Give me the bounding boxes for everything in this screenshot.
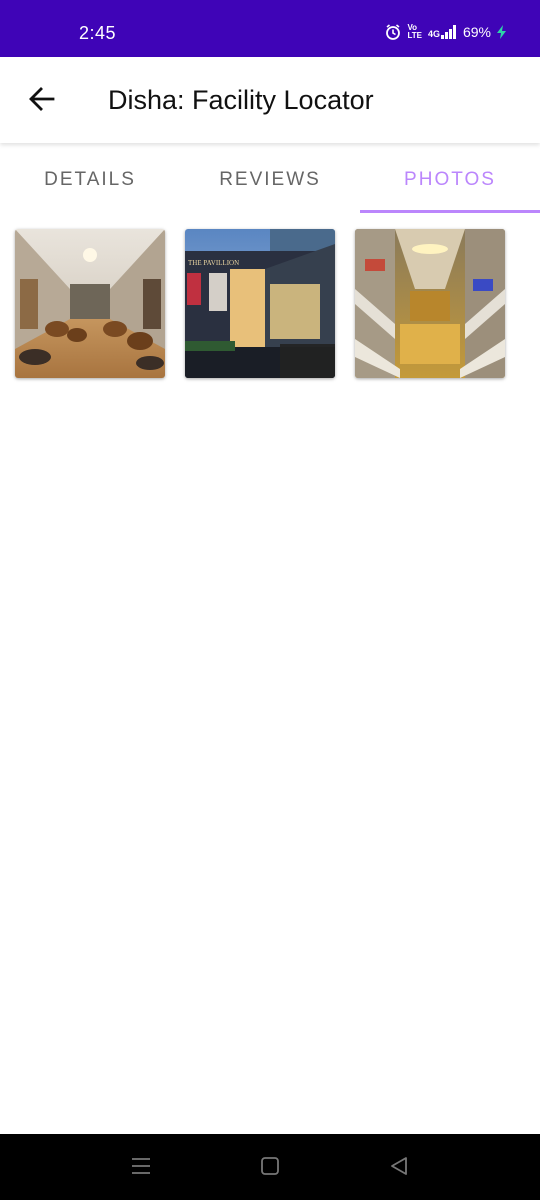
photo-thumbnail-2[interactable]: THE PAVILLION xyxy=(185,229,335,378)
status-icons: Vo LTE 4G 69% xyxy=(385,24,506,40)
photo-mall-exterior: THE PAVILLION xyxy=(185,229,335,378)
photo-sign-text: THE PAVILLION xyxy=(188,259,239,267)
tab-photos-label: PHOTOS xyxy=(404,169,496,190)
alarm-icon xyxy=(385,24,401,40)
photo-thumbnail-1[interactable] xyxy=(15,229,165,378)
tab-photos[interactable]: PHOTOS xyxy=(360,147,540,213)
arrow-left-icon xyxy=(29,86,55,116)
photo-mall-atrium xyxy=(355,229,505,378)
back-triangle-icon xyxy=(389,1156,409,1181)
volte-icon: Vo LTE xyxy=(407,24,422,40)
home-square-icon xyxy=(260,1156,280,1181)
signal-label: 4G xyxy=(427,29,440,39)
signal-icon: 4G xyxy=(428,25,457,39)
recents-button[interactable] xyxy=(126,1154,156,1182)
home-button[interactable] xyxy=(255,1154,285,1182)
tab-bar: DETAILS REVIEWS PHOTOS xyxy=(0,147,540,213)
menu-icon xyxy=(130,1156,152,1181)
tab-details[interactable]: DETAILS xyxy=(0,147,180,213)
photo-thumbnail-3[interactable] xyxy=(355,229,505,378)
status-bar: 2:45 Vo LTE 4G 69% xyxy=(0,0,540,57)
back-button[interactable] xyxy=(20,81,64,121)
charging-icon xyxy=(497,25,506,39)
volte-bottom: LTE xyxy=(407,31,422,40)
status-time: 2:45 xyxy=(79,23,117,43)
system-nav-bar xyxy=(0,1134,540,1200)
tab-indicator xyxy=(360,210,540,213)
tab-details-label: DETAILS xyxy=(44,169,136,190)
app-bar: Disha: Facility Locator xyxy=(0,57,540,143)
photo-mall-interior xyxy=(15,229,165,378)
photo-grid: THE PAVILLION xyxy=(15,229,505,378)
tab-reviews[interactable]: REVIEWS xyxy=(180,147,360,213)
tab-reviews-label: REVIEWS xyxy=(219,169,321,190)
back-nav-button[interactable] xyxy=(384,1154,414,1182)
page-title: Disha: Facility Locator xyxy=(108,85,374,115)
battery-percent: 69% xyxy=(462,24,491,40)
